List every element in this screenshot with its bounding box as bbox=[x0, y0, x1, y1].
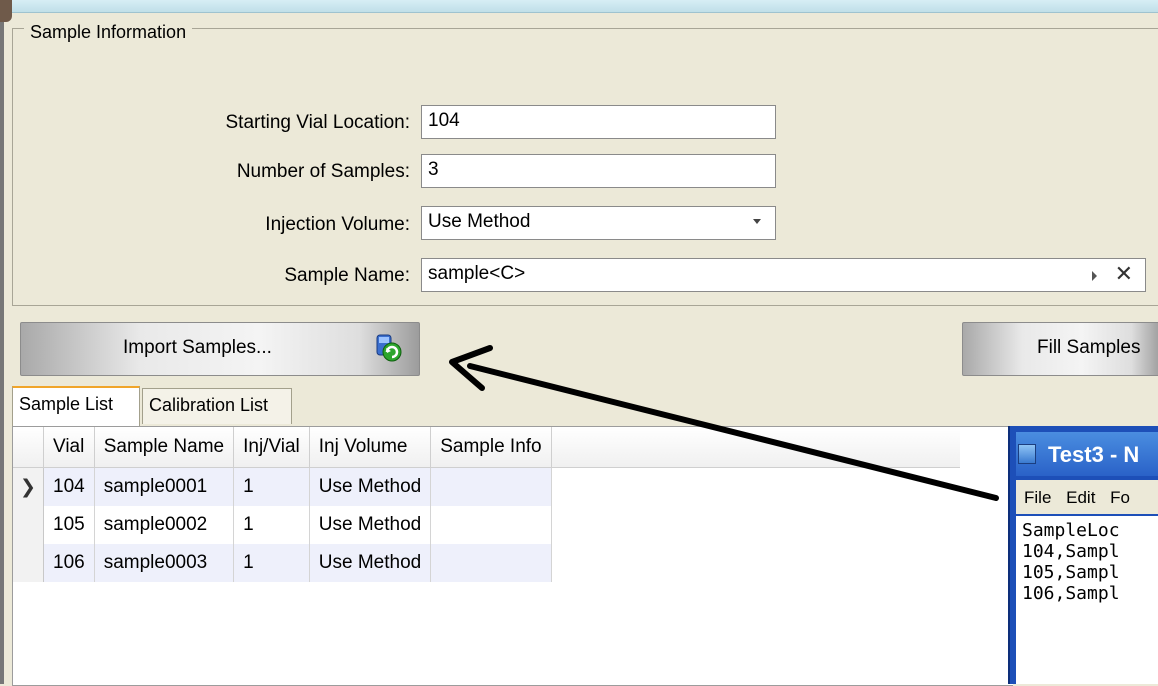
menu-format[interactable]: Fo bbox=[1110, 488, 1130, 507]
menu-file[interactable]: File bbox=[1024, 488, 1051, 507]
notepad-menu-bar: File Edit Fo bbox=[1016, 480, 1158, 514]
num-samples-value: 3 bbox=[428, 159, 439, 180]
tab-calibration-list-label: Calibration List bbox=[149, 395, 269, 415]
inj-volume-label: Injection Volume: bbox=[265, 214, 410, 235]
column-header-inj-volume[interactable]: Inj Volume bbox=[309, 427, 432, 468]
row-selector[interactable] bbox=[13, 544, 44, 582]
column-header-sample-info[interactable]: Sample Info bbox=[430, 427, 552, 468]
tab-sample-list[interactable]: Sample List bbox=[12, 386, 140, 426]
menu-edit[interactable]: Edit bbox=[1066, 488, 1095, 507]
notepad-app-icon bbox=[1018, 444, 1036, 464]
tab-calibration-list[interactable]: Calibration List bbox=[142, 388, 292, 424]
chevron-down-icon[interactable] bbox=[753, 219, 761, 224]
cell-inj-vial[interactable]: 1 bbox=[233, 544, 310, 582]
cell-sample-info[interactable] bbox=[430, 506, 552, 544]
row-filler bbox=[551, 506, 960, 544]
row-filler bbox=[551, 467, 960, 506]
text-line: 104,Sampl bbox=[1022, 541, 1120, 562]
notepad-text-area[interactable]: SampleLoc 104,Sampl 105,Sampl 106,Sampl bbox=[1016, 516, 1158, 684]
import-samples-label: Import Samples... bbox=[123, 337, 272, 358]
table-row[interactable]: ❯ 104 sample0001 1 Use Method bbox=[13, 467, 960, 506]
row-filler bbox=[551, 544, 960, 582]
notepad-title-bar[interactable]: Test3 - N bbox=[1016, 432, 1158, 476]
window-left-edge bbox=[0, 22, 4, 684]
group-title: Sample Information bbox=[24, 22, 193, 43]
cell-inj-volume[interactable]: Use Method bbox=[309, 506, 432, 544]
table-row[interactable]: 105 sample0002 1 Use Method bbox=[13, 506, 960, 544]
sample-name-input[interactable]: sample<C> ✕ bbox=[421, 258, 1146, 292]
column-header-sample-name[interactable]: Sample Name bbox=[94, 427, 235, 468]
column-header-vial[interactable]: Vial bbox=[43, 427, 95, 468]
inj-volume-dropdown[interactable]: Use Method bbox=[421, 206, 776, 240]
cell-inj-vial[interactable]: 1 bbox=[233, 506, 310, 544]
tab-sample-list-label: Sample List bbox=[19, 394, 114, 414]
cell-sample-name[interactable]: sample0002 bbox=[94, 506, 235, 544]
window-top-strip bbox=[0, 0, 1158, 13]
sample-list-grid: Vial Sample Name Inj/Vial Inj Volume Sam… bbox=[12, 426, 1013, 686]
starting-vial-input[interactable]: 104 bbox=[421, 105, 776, 139]
cell-vial[interactable]: 106 bbox=[43, 544, 95, 582]
text-line: SampleLoc bbox=[1022, 520, 1120, 541]
notepad-window[interactable]: Test3 - N File Edit Fo SampleLoc 104,Samp… bbox=[1008, 426, 1158, 684]
column-header-filler bbox=[551, 427, 960, 468]
starting-vial-label: Starting Vial Location: bbox=[225, 112, 411, 133]
num-samples-input[interactable]: 3 bbox=[421, 154, 776, 188]
fill-samples-label: Fill Samples bbox=[1037, 337, 1141, 358]
num-samples-label: Number of Samples: bbox=[236, 161, 410, 182]
insert-token-icon[interactable] bbox=[1092, 271, 1097, 281]
cell-sample-info[interactable] bbox=[430, 544, 552, 582]
cell-inj-volume[interactable]: Use Method bbox=[309, 467, 432, 506]
cell-sample-name[interactable]: sample0003 bbox=[94, 544, 235, 582]
import-samples-button[interactable]: Import Samples... bbox=[20, 322, 420, 376]
table-row[interactable]: 106 sample0003 1 Use Method bbox=[13, 544, 960, 582]
cell-sample-info[interactable] bbox=[430, 467, 552, 506]
window-corner bbox=[0, 0, 12, 22]
cell-vial[interactable]: 104 bbox=[43, 467, 95, 506]
column-header-inj-vial[interactable]: Inj/Vial bbox=[233, 427, 310, 468]
starting-vial-value: 104 bbox=[428, 110, 460, 131]
clear-icon[interactable]: ✕ bbox=[1115, 261, 1133, 287]
sample-name-label: Sample Name: bbox=[284, 265, 410, 286]
notepad-title: Test3 - N bbox=[1048, 442, 1140, 467]
sample-name-value: sample<C> bbox=[428, 263, 526, 284]
import-icon bbox=[376, 334, 402, 362]
current-row-icon: ❯ bbox=[13, 467, 44, 506]
fill-samples-button[interactable]: Fill Samples bbox=[962, 322, 1158, 376]
cell-vial[interactable]: 105 bbox=[43, 506, 95, 544]
table-header-row: Vial Sample Name Inj/Vial Inj Volume Sam… bbox=[13, 427, 960, 468]
cell-sample-name[interactable]: sample0001 bbox=[94, 467, 235, 506]
text-line: 106,Sampl bbox=[1022, 583, 1120, 604]
row-selector[interactable] bbox=[13, 506, 44, 544]
text-line: 105,Sampl bbox=[1022, 562, 1120, 583]
cell-inj-volume[interactable]: Use Method bbox=[309, 544, 432, 582]
cell-inj-vial[interactable]: 1 bbox=[233, 467, 310, 506]
inj-volume-value: Use Method bbox=[428, 211, 531, 232]
row-selector-header bbox=[13, 427, 44, 468]
